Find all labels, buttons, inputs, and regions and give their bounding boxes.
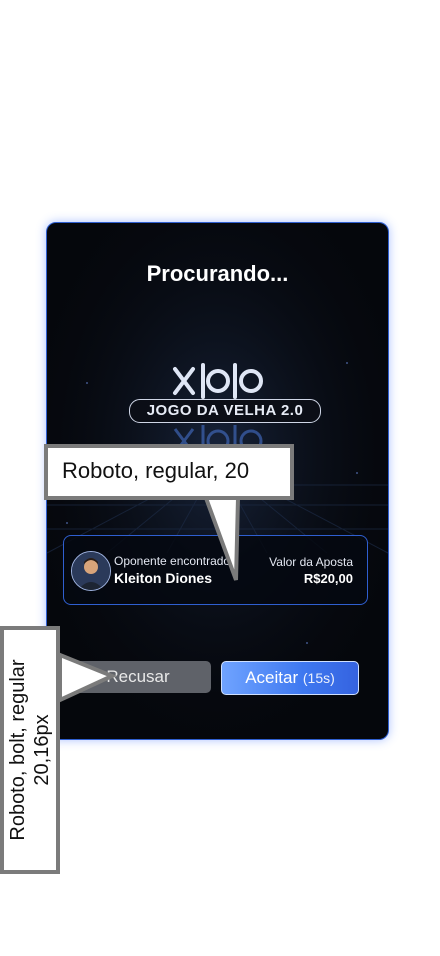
callout-2-text: Roboto, bolt, regular 20,16px <box>7 659 53 841</box>
callout-1-text: Roboto, regular, 20 <box>62 458 250 483</box>
